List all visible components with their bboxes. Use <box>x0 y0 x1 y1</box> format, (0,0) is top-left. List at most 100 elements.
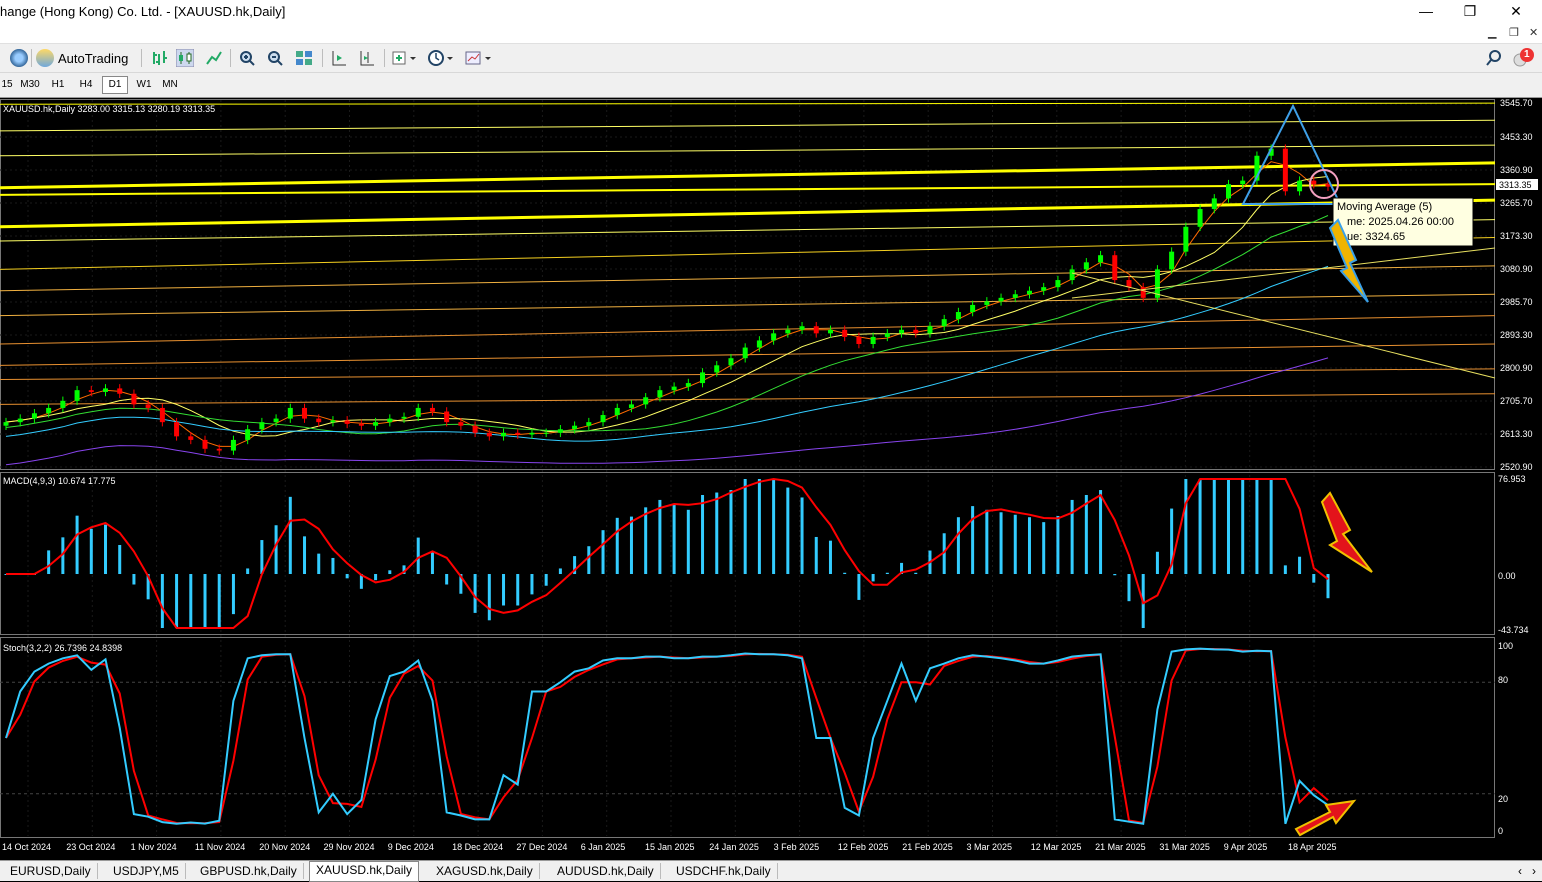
tab-eurusd[interactable]: EURUSD,Daily <box>4 863 98 879</box>
candle-body <box>756 340 762 348</box>
candle-body <box>330 420 336 423</box>
stoch-tick: 80 <box>1498 675 1508 685</box>
autotrading-icon <box>36 49 54 67</box>
auto-scroll-icon[interactable] <box>330 48 348 68</box>
candle-body <box>600 415 606 423</box>
macd-bar <box>317 553 321 575</box>
candle-body <box>1026 290 1032 295</box>
current-price: 3313.35 <box>1499 180 1532 190</box>
candle-body <box>1126 280 1132 288</box>
date-tick: 31 Mar 2025 <box>1159 842 1210 852</box>
zoom-out-icon[interactable] <box>266 48 284 68</box>
candle-body <box>486 432 492 437</box>
macd-bar <box>430 551 434 575</box>
macd-bar <box>757 479 761 575</box>
candle-body <box>913 329 919 334</box>
macd-bar <box>1212 479 1216 575</box>
zoom-in-icon[interactable] <box>238 48 256 68</box>
price-tick: 2893.30 <box>1500 330 1533 340</box>
price-tick: 2800.90 <box>1500 363 1533 373</box>
candle-body <box>742 347 748 359</box>
date-tick: 6 Jan 2025 <box>581 842 626 852</box>
candlestick-chart-icon[interactable] <box>176 48 194 68</box>
timeframe-w1[interactable]: W1 <box>132 77 156 93</box>
timeframe-mn[interactable]: MN <box>158 77 182 93</box>
mdi-restore-icon[interactable]: ❐ <box>1509 26 1519 39</box>
macd-bar <box>1226 479 1230 575</box>
timeframe-h4[interactable]: H4 <box>74 77 98 93</box>
macd-bar <box>104 524 108 575</box>
macd-bar <box>502 574 506 606</box>
timeframe-d1[interactable]: D1 <box>102 76 128 94</box>
macd-bar <box>160 574 164 628</box>
tab-usdchf[interactable]: USDCHF.hk,Daily <box>670 863 778 879</box>
timeframe-m30[interactable]: M30 <box>18 77 42 93</box>
search-icon[interactable] <box>1485 48 1503 68</box>
macd-bar <box>843 572 847 575</box>
stoch-tick: 100 <box>1498 641 1513 651</box>
date-tick: 24 Jan 2025 <box>709 842 759 852</box>
minimize-button[interactable]: — <box>1404 0 1448 23</box>
tab-xagusd[interactable]: XAGUSD.hk,Daily <box>430 863 540 879</box>
macd-bar <box>274 525 278 575</box>
signal-icon[interactable] <box>10 48 28 68</box>
candle-body <box>856 336 862 345</box>
periods-icon[interactable] <box>428 48 454 68</box>
macd-bar <box>871 574 875 582</box>
date-tick: 21 Feb 2025 <box>902 842 953 852</box>
tab-xauusd[interactable]: XAUUSD.hk,Daily <box>309 861 420 882</box>
candle-body <box>3 422 9 426</box>
candle-body <box>1183 226 1189 252</box>
price-tick: 2520.90 <box>1500 462 1533 472</box>
candle-body <box>941 319 947 327</box>
candle-body <box>827 329 833 334</box>
mdi-minimize-icon[interactable]: ▁ <box>1488 26 1496 39</box>
tab-usdjpy[interactable]: USDJPY,M5 <box>107 863 186 879</box>
timeframe-h1[interactable]: H1 <box>46 77 70 93</box>
candle-body <box>970 304 976 313</box>
candle-body <box>771 333 777 341</box>
tooltip-line1: Moving Average (5) <box>1337 201 1432 213</box>
tab-audusd[interactable]: AUDUSD.hk,Daily <box>551 863 661 879</box>
stoch-tick: 20 <box>1498 794 1508 804</box>
timeframe-m15[interactable]: 15 <box>0 77 14 93</box>
macd-bar <box>47 550 51 575</box>
chart-area[interactable]: XAUUSD.hk,Daily 3283.00 3315.13 3280.19 … <box>0 98 1542 860</box>
candle-body <box>1240 180 1246 185</box>
price-tick: 3453.30 <box>1500 132 1533 142</box>
price-tick: 2705.70 <box>1500 396 1533 406</box>
macd-bar <box>601 530 605 575</box>
templates-icon[interactable] <box>465 48 493 68</box>
macd-bar <box>1042 522 1046 575</box>
candle-body <box>1197 209 1203 227</box>
candle-body <box>1098 255 1104 263</box>
chart-shift-icon[interactable] <box>358 48 376 68</box>
ma-tooltip: Moving Average (5) me: 2025.04.26 00:00 … <box>1332 197 1474 247</box>
indicators-icon[interactable] <box>392 48 418 68</box>
candle-body <box>728 358 734 366</box>
mdi-close-icon[interactable]: ✕ <box>1529 26 1538 39</box>
candle-body <box>74 390 80 401</box>
macd-bar <box>246 568 250 575</box>
tab-gbpusd[interactable]: GBPUSD.hk,Daily <box>194 863 304 879</box>
date-tick: 14 Oct 2024 <box>2 842 51 852</box>
macd-bar <box>374 574 378 581</box>
candle-body <box>955 312 961 320</box>
autotrading-button[interactable]: AutoTrading <box>36 48 128 68</box>
candle-body <box>813 326 819 334</box>
macd-bar <box>629 516 633 575</box>
tile-windows-icon[interactable] <box>295 48 313 68</box>
candle-body <box>1041 287 1047 291</box>
macd-bar <box>701 494 705 575</box>
tab-scroll-right-icon[interactable]: › <box>1526 863 1542 879</box>
close-button[interactable]: ✕ <box>1494 0 1538 23</box>
notifications-icon[interactable]: 1 <box>1512 48 1536 68</box>
bar-chart-icon[interactable] <box>150 48 168 68</box>
macd-bar <box>445 574 449 585</box>
macd-bar <box>672 504 676 575</box>
maximize-button[interactable]: ❐ <box>1448 0 1492 23</box>
line-chart-icon[interactable] <box>205 48 223 68</box>
candle-body <box>543 432 549 434</box>
macd-bar <box>644 507 648 575</box>
candle-body <box>273 418 279 423</box>
